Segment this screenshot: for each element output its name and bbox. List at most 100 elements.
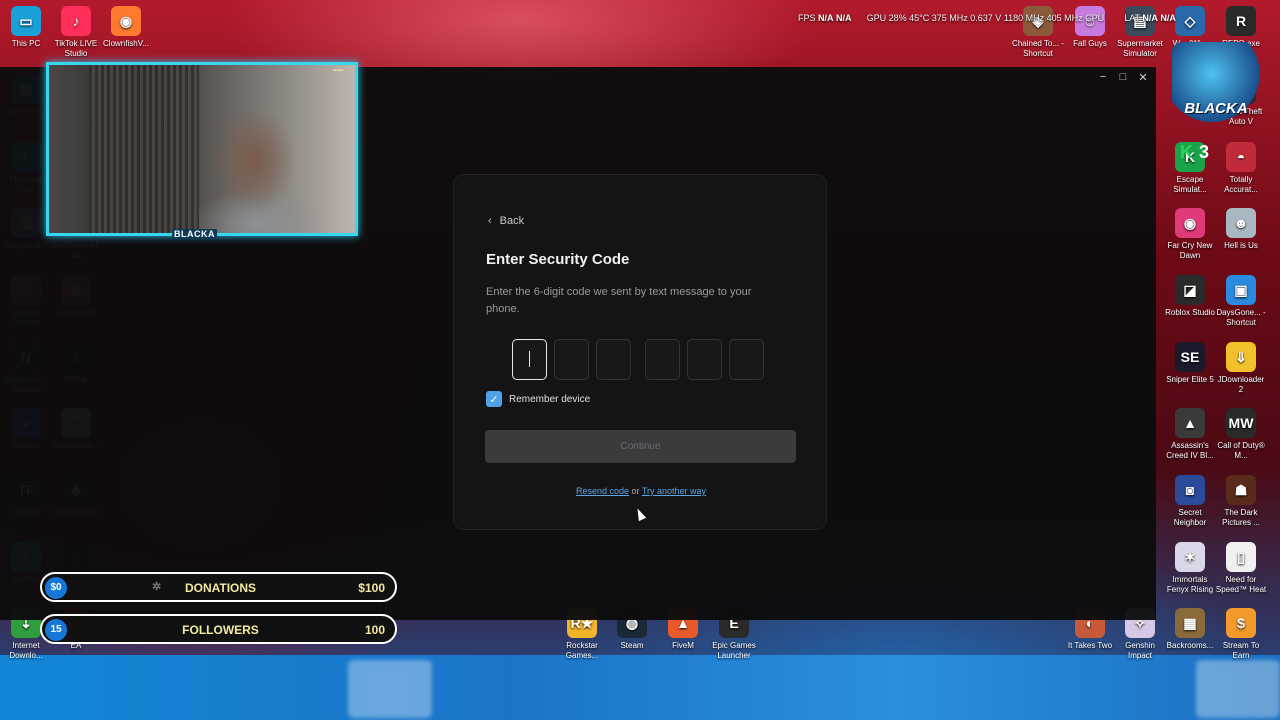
back-link[interactable]: ‹ Back	[488, 215, 524, 227]
band-glow-right	[1196, 660, 1280, 718]
continue-button[interactable]: Continue	[485, 430, 796, 463]
hell-is-us-icon: ☻	[1226, 208, 1256, 238]
window-controls: − □ ✕	[1098, 71, 1148, 84]
desktop_right-shortcut[interactable]: ◙ Secret Neighbor	[1164, 475, 1216, 528]
close-button[interactable]: ✕	[1138, 71, 1148, 84]
shortcut-label: Backrooms...	[1166, 641, 1214, 650]
try-another-way-link[interactable]: Try another way	[642, 486, 706, 496]
desktop_right-shortcut[interactable]: ▲ Assassin's Creed IV Bl...	[1164, 408, 1216, 461]
shortcut-label: Need for Speed™ Heat	[1215, 575, 1267, 594]
shortcut-label: Rockstar Games...	[565, 641, 599, 660]
desktop_right-shortcut[interactable]: ▦ Backrooms...	[1164, 608, 1216, 651]
tabs-icon: ◓	[1226, 142, 1256, 172]
minimize-button[interactable]: −	[1098, 71, 1108, 84]
shortcut-label: ClownfishV...	[103, 39, 149, 48]
fps-value: N/A	[818, 13, 834, 23]
shortcut-label: It Takes Two	[1067, 641, 1113, 650]
code-digit-input[interactable]	[687, 339, 722, 380]
desktop_right-shortcut[interactable]: ✶ Immortals Fenyx Rising	[1164, 542, 1216, 595]
desktop-bottom-band	[0, 655, 1280, 720]
shortcut-label: Assassin's Creed IV Bl...	[1166, 441, 1214, 460]
assassins-creed-icon: ▲	[1175, 408, 1205, 438]
remember-device-label: Remember device	[509, 393, 591, 405]
days-gone-icon: ▣	[1226, 275, 1256, 305]
chevron-left-icon: ‹	[488, 215, 492, 227]
shortcut-label: Hell is Us	[1224, 241, 1258, 250]
desktop_right-shortcut[interactable]: ◓ Totally Accurat...	[1215, 142, 1267, 195]
cpu-label: CPU	[1085, 13, 1105, 23]
jdownloader-icon: ⇓	[1226, 342, 1256, 372]
shortcut-label: Genshin Impact	[1125, 641, 1155, 660]
escape-sim-count: 3	[1199, 142, 1210, 162]
code-digit-input[interactable]	[554, 339, 589, 380]
donations-goal: $100	[358, 581, 385, 595]
desktop_right-shortcut[interactable]: ⇓ JDownloader 2	[1215, 342, 1267, 395]
webcam-overlay: ▪▪▪▪▪	[46, 62, 358, 236]
mem-readout: 405 MHz	[1046, 13, 1083, 23]
or-text: or	[631, 486, 640, 496]
desktop_right-shortcut[interactable]: ◪ Roblox Studio	[1164, 275, 1216, 318]
security-code-dialog: ‹ Back Enter Security Code Enter the 6-d…	[453, 174, 827, 530]
followers-label: FOLLOWERS	[182, 623, 259, 637]
secret-neighbor-icon: ◙	[1175, 475, 1205, 505]
desktop_right-shortcut[interactable]: ▯ Need for Speed™ Heat	[1215, 542, 1267, 595]
desktop_right-shortcut[interactable]: ▣ DaysGone... - Shortcut	[1215, 275, 1267, 328]
dialog-title: Enter Security Code	[486, 251, 630, 268]
desktop_left-shortcut[interactable]: ♪ TikTok LIVE Studio	[50, 6, 102, 59]
shortcut-label: Supermarket Simulator	[1117, 39, 1163, 58]
shortcut-label: Stream To Earn	[1222, 641, 1260, 660]
band-glow-left	[348, 660, 432, 718]
game-icon: ◇	[1175, 6, 1205, 36]
backrooms-icon: ▦	[1175, 608, 1205, 638]
desktop_left-shortcut[interactable]: ◉ ClownfishV...	[100, 6, 152, 49]
shortcut-label: The Dark Pictures ...	[1222, 508, 1260, 527]
cod-icon: MW	[1226, 408, 1256, 438]
desktop_right-shortcut[interactable]: ◉ Far Cry New Dawn	[1164, 208, 1216, 261]
webcam-name-tag: BLACKA	[172, 229, 217, 239]
desktop_right-shortcut[interactable]: ☗ The Dark Pictures ...	[1215, 475, 1267, 528]
desktop_right-shortcut[interactable]: SE Sniper Elite 5	[1164, 342, 1216, 385]
dark-pictures-icon: ☗	[1226, 475, 1256, 505]
followers-goal-bar: 15 FOLLOWERS 100	[40, 614, 397, 644]
followers-goal: 100	[364, 623, 385, 637]
checkbox-checked-icon[interactable]: ✓	[486, 391, 502, 407]
pc-icon: ▭	[11, 6, 41, 36]
shortcut-label: This PC	[11, 39, 41, 48]
text-caret	[529, 351, 530, 367]
donations-goal-bar: $0 ✲ DONATIONS $100	[40, 572, 397, 602]
shortcut-label: Fall Guys	[1073, 39, 1107, 48]
shortcut-label: JDownloader 2	[1217, 375, 1265, 394]
shortcut-label: Escape Simulat...	[1173, 175, 1207, 194]
shortcut-label: Far Cry New Dawn	[1167, 241, 1213, 260]
shortcut-label: DaysGone... - Shortcut	[1216, 308, 1266, 327]
lat-value2: N/A	[1160, 13, 1176, 23]
lat-label: LAT	[1124, 13, 1140, 23]
code-digit-input[interactable]	[645, 339, 680, 380]
escape-sim-overlay: K3	[1180, 142, 1210, 162]
streamer-logo-text: BLACKA	[1184, 100, 1248, 117]
remember-device-checkbox[interactable]: ✓ Remember device	[486, 391, 590, 407]
repo-icon: R	[1226, 6, 1256, 36]
desktop_right-shortcut[interactable]: $ Stream To Earn	[1215, 608, 1267, 661]
desktop_right-shortcut[interactable]: MW Call of Duty® M...	[1215, 408, 1267, 461]
shortcut-label: Immortals Fenyx Rising	[1166, 575, 1214, 594]
shortcut-label: Roblox Studio	[1165, 308, 1215, 317]
shortcut-label: Call of Duty® M...	[1217, 441, 1265, 460]
code-digit-input[interactable]	[729, 339, 764, 380]
webcam-background	[89, 65, 199, 233]
shortcut-label: Internet Downlo...	[9, 641, 43, 660]
shortcut-label: Secret Neighbor	[1173, 508, 1207, 527]
fps-value2: N/A	[836, 13, 852, 23]
roblox-studio-icon: ◪	[1175, 275, 1205, 305]
maximize-button[interactable]: □	[1118, 71, 1128, 84]
desktop_left-shortcut[interactable]: ▭ This PC	[0, 6, 52, 49]
code-digit-input[interactable]	[596, 339, 631, 380]
shortcut-label: Epic Games Launcher	[712, 641, 756, 660]
alt-actions: Resend code or Try another way	[454, 486, 828, 496]
shortcut-label: Totally Accurat...	[1224, 175, 1258, 194]
shortcut-label: Sniper Elite 5	[1166, 375, 1214, 384]
resend-code-link[interactable]: Resend code	[576, 486, 629, 496]
desktop_right-shortcut[interactable]: ☻ Hell is Us	[1215, 208, 1267, 251]
donations-label: DONATIONS	[184, 581, 257, 595]
shortcut-label: Steam	[620, 641, 644, 650]
